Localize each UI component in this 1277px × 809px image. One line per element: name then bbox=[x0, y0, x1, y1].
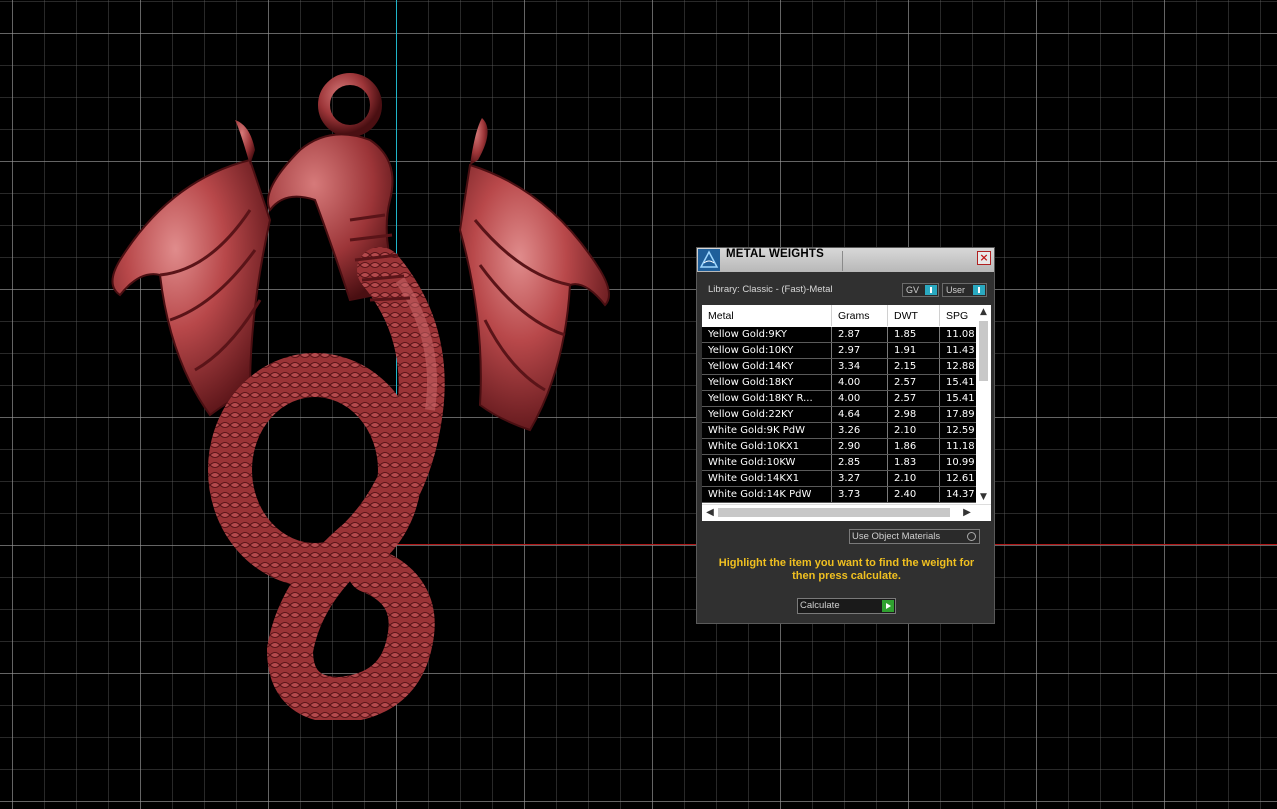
cell-dwt: 2.57 bbox=[888, 391, 940, 406]
cell-grams: 3.26 bbox=[832, 423, 888, 438]
cell-dwt: 2.15 bbox=[888, 359, 940, 374]
table-row[interactable]: Yellow Gold:18KY R... 4.00 2.57 15.41 bbox=[702, 391, 976, 407]
close-button[interactable]: × bbox=[977, 251, 991, 265]
dragon-pendant-model[interactable] bbox=[100, 70, 630, 720]
scroll-right-icon[interactable]: ▶ bbox=[961, 507, 973, 519]
cell-dwt: 1.86 bbox=[888, 439, 940, 454]
metal-table: Metal Grams DWT SPG Yellow Gold:9KY 2.87 1… bbox=[702, 305, 991, 521]
cell-metal: Yellow Gold:22KY bbox=[702, 407, 832, 422]
table-row[interactable]: Yellow Gold:22KY 4.64 2.98 17.89 bbox=[702, 407, 976, 423]
cell-metal: Yellow Gold:9KY bbox=[702, 327, 832, 342]
cell-dwt: 1.83 bbox=[888, 455, 940, 470]
vertical-scroll-thumb[interactable] bbox=[979, 321, 988, 381]
cell-dwt: 2.10 bbox=[888, 423, 940, 438]
calculate-label: Calculate bbox=[800, 600, 840, 611]
cell-spg: 11.08 bbox=[946, 329, 975, 340]
table-row[interactable]: Yellow Gold:9KY 2.87 1.85 11.08 bbox=[702, 327, 976, 343]
calculate-button[interactable]: Calculate bbox=[797, 598, 896, 614]
library-label: Library: Classic - (Fast)-Metal bbox=[708, 284, 833, 295]
cell-metal: Yellow Gold:14KY bbox=[702, 359, 832, 374]
cell-metal: Yellow Gold:18KY R... bbox=[702, 391, 832, 406]
table-row[interactable]: Yellow Gold:14KY 3.34 2.15 12.88 bbox=[702, 359, 976, 375]
cell-dwt: 1.85 bbox=[888, 327, 940, 342]
cell-spg: 12.88 bbox=[946, 361, 975, 372]
table-row[interactable]: White Gold:10KX1 2.90 1.86 11.18 bbox=[702, 439, 976, 455]
cell-dwt: 1.91 bbox=[888, 343, 940, 358]
cell-grams: 4.00 bbox=[832, 391, 888, 406]
cell-metal: Yellow Gold:10KY bbox=[702, 343, 832, 358]
column-header-spg[interactable]: SPG bbox=[940, 305, 980, 326]
radio-icon[interactable] bbox=[967, 532, 976, 541]
scroll-left-icon[interactable]: ◀ bbox=[704, 507, 716, 519]
cell-grams: 2.87 bbox=[832, 327, 888, 342]
cell-grams: 3.27 bbox=[832, 471, 888, 486]
table-row[interactable]: White Gold:14K PdW 3.73 2.40 14.37 bbox=[702, 487, 976, 503]
table-header: Metal Grams DWT SPG bbox=[702, 305, 976, 326]
user-toggle[interactable]: User bbox=[942, 283, 987, 297]
cell-grams: 2.97 bbox=[832, 343, 888, 358]
cell-dwt: 2.98 bbox=[888, 407, 940, 422]
user-toggle-label: User bbox=[946, 285, 966, 295]
horizontal-scroll-thumb[interactable] bbox=[718, 508, 950, 517]
table-row[interactable]: White Gold:9K PdW 3.26 2.10 12.59 bbox=[702, 423, 976, 439]
instruction-text: Highlight the item you want to find the … bbox=[718, 557, 975, 582]
cell-grams: 3.34 bbox=[832, 359, 888, 374]
cell-grams: 2.90 bbox=[832, 439, 888, 454]
cell-grams: 4.00 bbox=[832, 375, 888, 390]
cell-spg: 10.99 bbox=[946, 457, 975, 468]
cell-spg: 11.43 bbox=[946, 345, 975, 356]
cell-spg: 15.41 bbox=[946, 393, 975, 404]
use-object-materials-option[interactable]: Use Object Materials bbox=[849, 529, 980, 544]
panel-titlebar[interactable]: METAL WEIGHTS × bbox=[697, 248, 994, 272]
titlebar-divider bbox=[842, 251, 843, 271]
cell-metal: White Gold:14KX1 bbox=[702, 471, 832, 486]
cell-metal: White Gold:14K PdW bbox=[702, 487, 832, 502]
table-row[interactable]: Yellow Gold:10KY 2.97 1.91 11.43 bbox=[702, 343, 976, 359]
cell-spg: 12.61 bbox=[946, 473, 975, 484]
column-header-grams[interactable]: Grams bbox=[832, 305, 888, 326]
user-toggle-knob-icon bbox=[973, 285, 985, 295]
play-arrow-icon bbox=[882, 600, 894, 612]
cell-dwt: 2.40 bbox=[888, 487, 940, 502]
cell-spg: 17.89 bbox=[946, 409, 975, 420]
cell-dwt: 2.57 bbox=[888, 375, 940, 390]
gv-toggle-knob-icon bbox=[925, 285, 937, 295]
cell-grams: 4.64 bbox=[832, 407, 888, 422]
horizontal-scrollbar[interactable]: ◀ ▶ bbox=[702, 504, 991, 521]
cell-metal: Yellow Gold:18KY bbox=[702, 375, 832, 390]
cell-grams: 3.73 bbox=[832, 487, 888, 502]
scroll-down-icon[interactable]: ▼ bbox=[978, 492, 989, 503]
table-body: Yellow Gold:9KY 2.87 1.85 11.08 Yellow Gold… bbox=[702, 327, 976, 503]
cell-metal: White Gold:10KX1 bbox=[702, 439, 832, 454]
metal-weights-panel: METAL WEIGHTS × Library: Classic - (Fast… bbox=[696, 247, 995, 624]
cell-grams: 2.85 bbox=[832, 455, 888, 470]
use-object-materials-label: Use Object Materials bbox=[852, 531, 941, 542]
panel-title: METAL WEIGHTS bbox=[726, 248, 825, 260]
app-logo-icon bbox=[698, 249, 720, 271]
scroll-up-icon[interactable]: ▲ bbox=[978, 307, 989, 318]
vertical-scrollbar[interactable]: ▲ ▼ bbox=[976, 305, 991, 505]
cell-spg: 11.18 bbox=[946, 441, 975, 452]
cell-metal: White Gold:10KW bbox=[702, 455, 832, 470]
cell-dwt: 2.10 bbox=[888, 471, 940, 486]
table-row[interactable]: Yellow Gold:18KY 4.00 2.57 15.41 bbox=[702, 375, 976, 391]
cell-spg: 15.41 bbox=[946, 377, 975, 388]
gv-toggle-label: GV bbox=[906, 285, 920, 295]
table-row[interactable]: White Gold:14KX1 3.27 2.10 12.61 bbox=[702, 471, 976, 487]
gv-toggle[interactable]: GV bbox=[902, 283, 939, 297]
cell-metal: White Gold:9K PdW bbox=[702, 423, 832, 438]
cell-spg: 12.59 bbox=[946, 425, 975, 436]
column-header-metal[interactable]: Metal bbox=[702, 305, 832, 326]
table-row[interactable]: White Gold:10KW 2.85 1.83 10.99 bbox=[702, 455, 976, 471]
column-header-dwt[interactable]: DWT bbox=[888, 305, 940, 326]
cell-spg: 14.37 bbox=[946, 489, 975, 500]
